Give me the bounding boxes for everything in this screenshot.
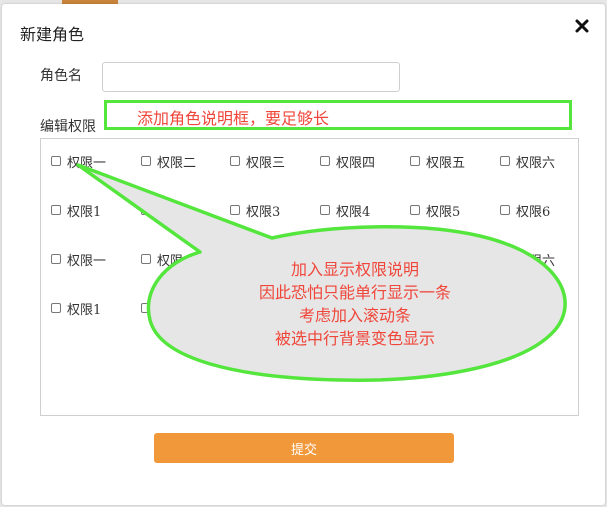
permission-item-label: 权限6 [516, 302, 551, 318]
permission-checkbox[interactable] [51, 156, 61, 166]
permission-item[interactable]: 权限四 [320, 153, 376, 171]
permission-item-label: 权限六 [516, 253, 556, 269]
permission-checkbox[interactable] [230, 205, 240, 215]
permission-item-label: 权限一 [67, 155, 107, 171]
permission-item-label: 权限3 [246, 302, 281, 318]
permission-list-area: 权限一 权限二 权限三 权限四 权限五 权限六 权限1 权限2 权限3 权限4 … [40, 138, 579, 416]
submit-button[interactable]: 提交 [154, 433, 454, 463]
permission-checkbox[interactable] [230, 254, 240, 264]
permission-item-label: 权限1 [67, 204, 102, 220]
permission-checkbox[interactable] [51, 254, 61, 264]
permission-item[interactable]: 权限六 [500, 153, 556, 171]
permission-item[interactable]: 权限五 [410, 153, 466, 171]
permission-checkbox[interactable] [500, 303, 510, 313]
permission-checkbox[interactable] [230, 156, 240, 166]
permission-checkbox[interactable] [500, 205, 510, 215]
role-name-label: 角色名 [40, 68, 82, 84]
permission-item-label: 权限四 [336, 155, 376, 171]
permission-item-label: 权限5 [426, 204, 461, 220]
permission-item[interactable]: 权限1 [51, 202, 102, 220]
new-role-dialog: 新建角色 角色名 编辑权限 添加角色说明框，要足够长 权限一 权限二 权限三 权… [2, 4, 605, 505]
permission-item-label: 权限1 [67, 302, 102, 318]
permission-item-label: 权限2 [157, 302, 192, 318]
permission-item[interactable]: 权限二 [141, 251, 197, 269]
permission-checkbox[interactable] [320, 156, 330, 166]
permission-item[interactable]: 权限二 [141, 153, 197, 171]
permission-item-label: 权限二 [157, 155, 197, 171]
permission-checkbox[interactable] [51, 205, 61, 215]
permission-item-label: 权限三 [246, 253, 286, 269]
permission-item[interactable]: 权限五 [410, 251, 466, 269]
permission-item-label: 权限5 [426, 302, 461, 318]
permission-checkbox[interactable] [500, 254, 510, 264]
permission-item-label: 权限4 [336, 302, 371, 318]
screen: 新建角色 角色名 编辑权限 添加角色说明框，要足够长 权限一 权限二 权限三 权… [0, 0, 607, 507]
permission-checkbox[interactable] [410, 205, 420, 215]
permission-item[interactable]: 权限四 [320, 251, 376, 269]
permission-checkbox[interactable] [141, 156, 151, 166]
annotation-description-box: 添加角色说明框，要足够长 [104, 100, 572, 130]
permission-item[interactable]: 权限3 [230, 300, 281, 318]
permission-item[interactable]: 权限4 [320, 202, 371, 220]
permission-item[interactable]: 权限2 [141, 300, 192, 318]
permission-item[interactable]: 权限三 [230, 153, 286, 171]
permission-item-label: 权限六 [516, 155, 556, 171]
permission-checkbox[interactable] [410, 156, 420, 166]
permission-item[interactable]: 权限一 [51, 251, 107, 269]
role-name-input[interactable] [102, 62, 400, 92]
permission-item-label: 权限三 [246, 155, 286, 171]
permission-checkbox[interactable] [141, 303, 151, 313]
permission-checkbox[interactable] [410, 254, 420, 264]
permission-item-label: 权限五 [426, 253, 466, 269]
permission-item[interactable]: 权限4 [320, 300, 371, 318]
close-icon [575, 19, 589, 33]
permission-item-label: 权限4 [336, 204, 371, 220]
permission-item[interactable]: 权限一 [51, 153, 107, 171]
permission-checkbox[interactable] [500, 156, 510, 166]
permission-item[interactable]: 权限6 [500, 202, 551, 220]
close-button[interactable] [574, 18, 590, 34]
dialog-title: 新建角色 [20, 25, 85, 44]
permission-item-label: 权限6 [516, 204, 551, 220]
permission-item-label: 权限五 [426, 155, 466, 171]
permission-checkbox[interactable] [230, 303, 240, 313]
permission-checkbox[interactable] [141, 254, 151, 264]
permission-item[interactable]: 权限2 [141, 202, 192, 220]
permission-item-label: 权限二 [157, 253, 197, 269]
permission-checkbox[interactable] [320, 205, 330, 215]
permission-item[interactable]: 权限5 [410, 202, 461, 220]
annotation-description-text: 添加角色说明框，要足够长 [137, 109, 330, 128]
permission-checkbox[interactable] [320, 303, 330, 313]
permission-item-label: 权限一 [67, 253, 107, 269]
permission-item[interactable]: 权限3 [230, 202, 281, 220]
permission-item-label: 权限3 [246, 204, 281, 220]
permission-item-label: 权限2 [157, 204, 192, 220]
permission-item[interactable]: 权限6 [500, 300, 551, 318]
permission-item[interactable]: 权限六 [500, 251, 556, 269]
permission-item[interactable]: 权限1 [51, 300, 102, 318]
permission-item[interactable]: 权限5 [410, 300, 461, 318]
permission-checkbox[interactable] [320, 254, 330, 264]
permission-checkbox[interactable] [410, 303, 420, 313]
permission-label: 编辑权限 [40, 119, 96, 135]
permission-checkbox[interactable] [51, 303, 61, 313]
permission-checkbox[interactable] [141, 205, 151, 215]
permission-item[interactable]: 权限三 [230, 251, 286, 269]
permission-item-label: 权限四 [336, 253, 376, 269]
